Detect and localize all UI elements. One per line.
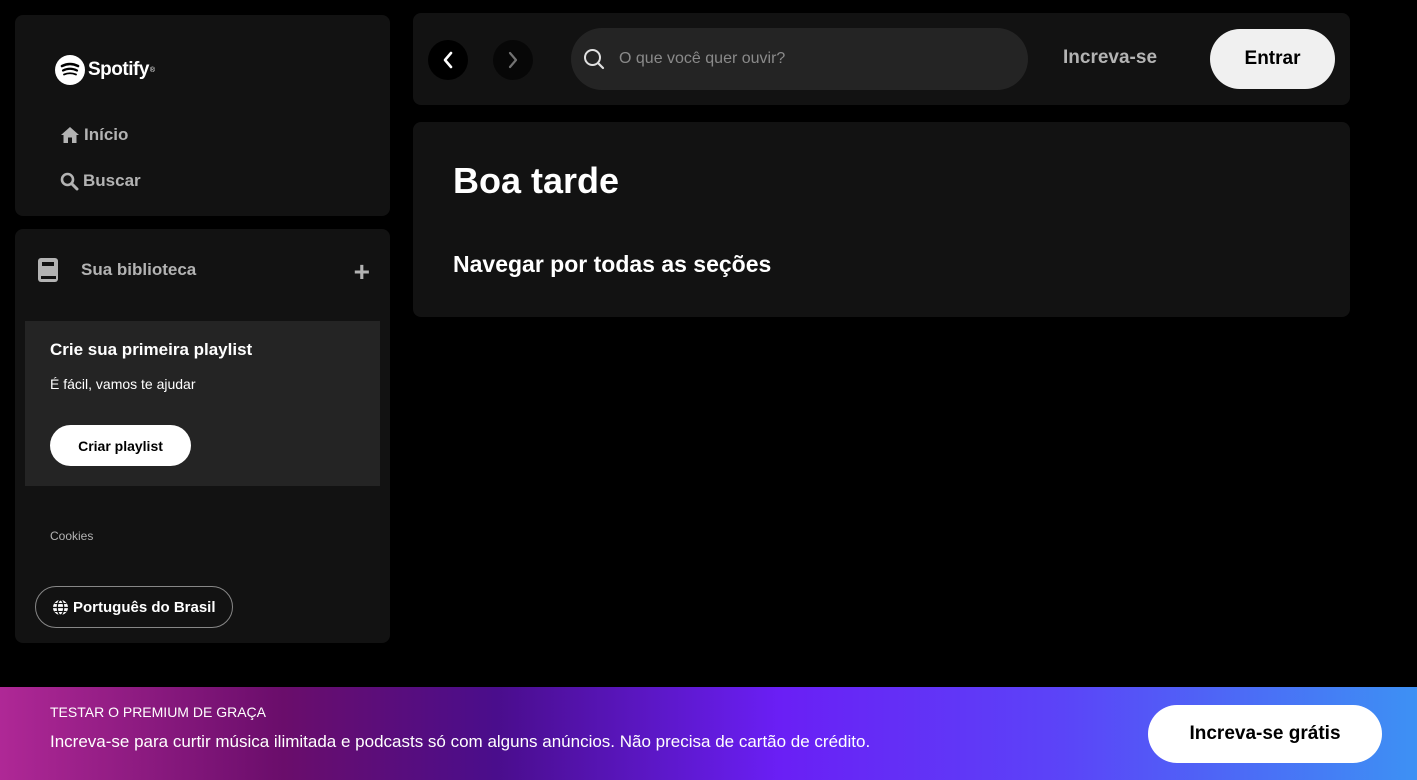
- create-playlist-button[interactable]: Criar playlist: [50, 425, 191, 466]
- banner-text: Increva-se para curtir música ilimitada …: [50, 732, 871, 751]
- search-icon: [60, 172, 79, 190]
- search-box[interactable]: [571, 28, 1028, 90]
- forward-button[interactable]: [493, 40, 533, 80]
- globe-icon: [53, 598, 68, 616]
- signup-free-button[interactable]: Increva-se grátis: [1148, 705, 1382, 763]
- sidebar-nav-panel: Spotify ® Início Buscar: [15, 15, 390, 216]
- home-icon: [61, 127, 79, 143]
- main-content: Boa tarde Navegar por todas as seções: [413, 122, 1350, 317]
- top-header: Increva-se Entrar: [413, 13, 1350, 105]
- logo-registered-mark: ®: [149, 66, 156, 74]
- search-input[interactable]: [619, 50, 999, 68]
- nav-item-search[interactable]: Buscar: [60, 171, 141, 191]
- library-panel: Sua biblioteca + Crie sua primeira playl…: [15, 229, 390, 643]
- language-label: Português do Brasil: [73, 598, 216, 616]
- greeting-heading: Boa tarde: [453, 160, 620, 201]
- premium-banner: TESTAR O PREMIUM DE GRAÇA Increva-se par…: [0, 687, 1417, 780]
- card-title: Crie sua primeira playlist: [50, 340, 253, 359]
- library-icon: [38, 258, 58, 282]
- chevron-left-icon: [443, 51, 453, 69]
- spotify-logo-icon: [55, 55, 85, 85]
- card-subtitle: É fácil, vamos te ajudar: [50, 376, 196, 392]
- library-title: Sua biblioteca: [81, 260, 197, 279]
- create-playlist-card: Crie sua primeira playlist É fácil, vamo…: [25, 321, 380, 486]
- nav-item-search-label: Buscar: [83, 171, 141, 190]
- chevron-right-icon: [508, 51, 518, 69]
- add-library-button[interactable]: +: [354, 258, 370, 286]
- language-button[interactable]: Português do Brasil: [35, 586, 233, 628]
- search-icon: [584, 49, 605, 70]
- logo-text: Spotify: [88, 59, 149, 80]
- nav-item-home[interactable]: Início: [60, 125, 128, 145]
- back-button[interactable]: [428, 40, 468, 80]
- section-heading: Navegar por todas as seções: [453, 251, 772, 277]
- library-header[interactable]: Sua biblioteca: [37, 257, 196, 283]
- nav-item-home-label: Início: [84, 125, 129, 144]
- login-button[interactable]: Entrar: [1210, 29, 1335, 89]
- signup-link[interactable]: Increva-se: [1063, 47, 1157, 69]
- cookies-link[interactable]: Cookies: [50, 529, 93, 543]
- banner-title: TESTAR O PREMIUM DE GRAÇA: [50, 704, 266, 720]
- spotify-logo[interactable]: Spotify ®: [55, 55, 155, 85]
